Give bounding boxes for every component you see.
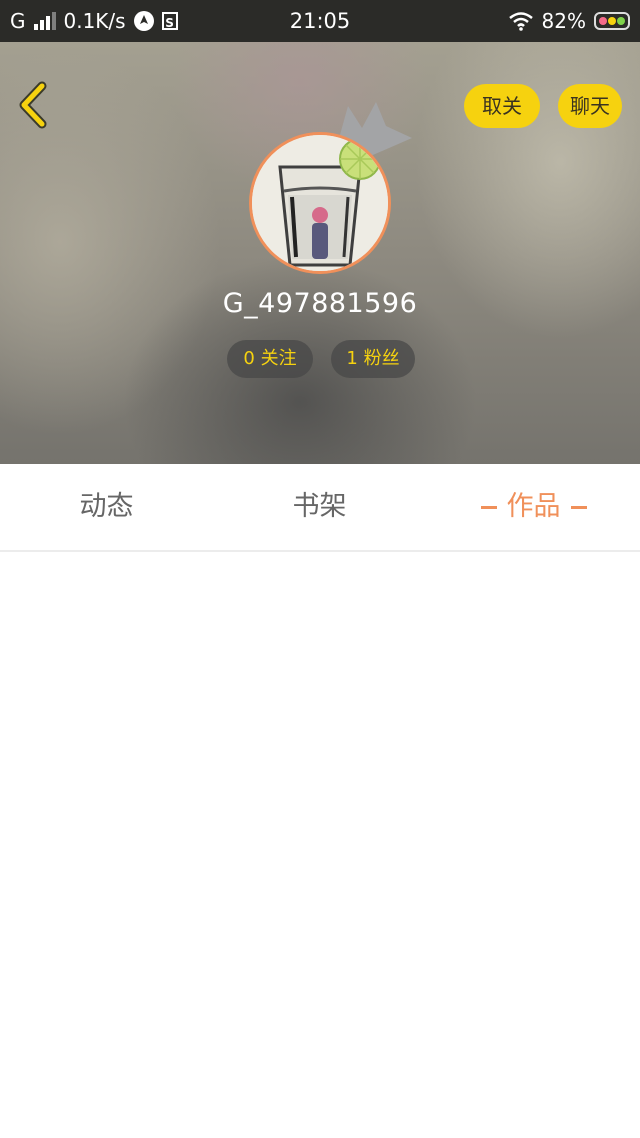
battery-icon (594, 12, 630, 30)
chevron-left-icon (19, 81, 47, 129)
chat-button[interactable]: 聊天 (558, 84, 622, 128)
wifi-icon (508, 12, 533, 31)
profile-header: 取关 聊天 G_497881596 0 关注 1 粉丝 (0, 42, 640, 464)
status-bar: G 0.1K/s S 21:05 82% (0, 0, 640, 42)
active-dash-right (570, 506, 587, 509)
avatar[interactable] (249, 132, 391, 274)
status-right: 82% (508, 0, 630, 42)
back-button[interactable] (14, 80, 58, 130)
active-dash-left (480, 506, 497, 509)
profile-tabs: 动态 书架 作品 (0, 464, 640, 552)
tab-bookshelf[interactable]: 书架 (213, 464, 426, 550)
username: G_497881596 (222, 288, 418, 319)
works-content-area (0, 552, 640, 1138)
tab-works-label: 作品 (506, 491, 561, 522)
avatar-image (252, 135, 388, 271)
tab-works[interactable]: 作品 (427, 464, 640, 550)
battery-percent: 82% (541, 9, 586, 33)
tab-activity[interactable]: 动态 (0, 464, 213, 550)
unfollow-button[interactable]: 取关 (464, 84, 540, 128)
following-count-button[interactable]: 0 关注 (227, 340, 313, 378)
fans-count-button[interactable]: 1 粉丝 (331, 340, 415, 378)
